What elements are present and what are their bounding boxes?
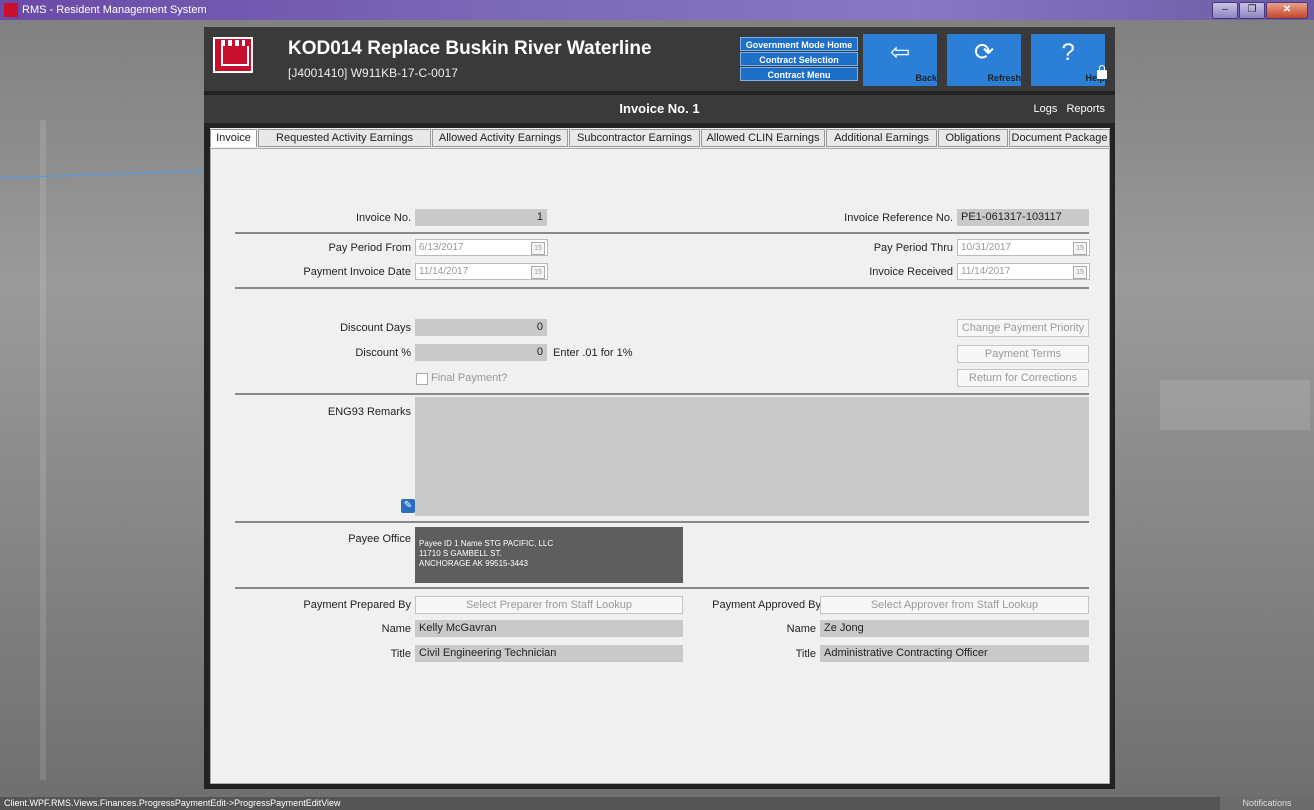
invoice-received-field[interactable]: 11/14/2017 15: [957, 263, 1090, 280]
lock-icon[interactable]: [1097, 65, 1107, 79]
refresh-label: Refresh: [987, 73, 1021, 83]
calendar-icon[interactable]: 15: [531, 242, 545, 255]
invoice-form: Invoice No. 1 Invoice Reference No. PE1-…: [210, 148, 1110, 784]
help-button[interactable]: ? Help: [1031, 34, 1105, 86]
invoice-title: Invoice No. 1: [619, 101, 700, 116]
edit-note-icon[interactable]: ✎: [401, 499, 415, 513]
calendar-icon[interactable]: 15: [531, 266, 545, 279]
tab-invoice[interactable]: Invoice: [210, 129, 257, 147]
change-payment-priority-button[interactable]: Change Payment Priority: [957, 319, 1089, 337]
invoice-tabs: Invoice Requested Activity Earnings Allo…: [210, 128, 1110, 148]
eng93-remarks-label: ENG93 Remarks: [327, 406, 411, 418]
preparer-title-label: Title: [390, 648, 411, 660]
view-path: Client.WPF.RMS.Views.Finances.ProgressPa…: [4, 798, 341, 808]
tab-additional-earnings[interactable]: Additional Earnings: [826, 129, 937, 147]
tab-obligations[interactable]: Obligations: [938, 129, 1008, 147]
approver-title-field: Administrative Contracting Officer: [820, 645, 1089, 662]
status-bar: Client.WPF.RMS.Views.Finances.ProgressPa…: [0, 797, 1314, 810]
calendar-icon[interactable]: 15: [1073, 266, 1087, 279]
project-title: KOD014 Replace Buskin River Waterline: [288, 38, 652, 59]
tab-requested-activity-earnings[interactable]: Requested Activity Earnings: [258, 129, 431, 147]
payment-invoice-date-field[interactable]: 11/14/2017 15: [415, 263, 548, 280]
invoice-no-field: 1: [415, 209, 547, 226]
nav-links: Government Mode Home Contract Selection …: [740, 37, 858, 82]
notifications-button[interactable]: Notifications: [1220, 797, 1314, 810]
final-payment-label: Final Payment?: [431, 372, 508, 384]
approver-title-label: Title: [795, 648, 816, 660]
back-button[interactable]: ⇦ Back: [863, 34, 937, 86]
calendar-icon[interactable]: 15: [1073, 242, 1087, 255]
payee-office-box: Payee ID 1 Name STG PACIFIC, LLC 11710 S…: [415, 527, 683, 583]
eng93-remarks-textarea[interactable]: [415, 397, 1089, 516]
preparer-name-field: Kelly McGavran: [415, 620, 683, 637]
select-preparer-button[interactable]: Select Preparer from Staff Lookup: [415, 596, 683, 614]
section-divider: [235, 521, 1089, 523]
payee-line: Payee ID 1 Name STG PACIFIC, LLC: [419, 539, 554, 548]
discount-days-label: Discount Days: [340, 322, 411, 334]
payment-approved-by-label: Payment Approved By: [712, 599, 821, 611]
back-arrow-icon: ⇦: [889, 39, 911, 66]
back-label: Back: [915, 73, 937, 83]
preparer-name-label: Name: [381, 623, 411, 635]
government-mode-home-link[interactable]: Government Mode Home: [740, 37, 858, 51]
rms-app-window: KOD014 Replace Buskin River Waterline [J…: [204, 27, 1115, 789]
payment-prepared-by-label: Payment Prepared By: [303, 599, 411, 611]
discount-percent-label: Discount %: [355, 347, 411, 359]
refresh-button[interactable]: ⟳ Refresh: [947, 34, 1021, 86]
app-header: KOD014 Replace Buskin River Waterline [J…: [204, 27, 1115, 91]
tab-document-package[interactable]: Document Package: [1009, 129, 1110, 147]
payment-invoice-date-label: Payment Invoice Date: [303, 266, 411, 278]
final-payment-checkbox[interactable]: [416, 373, 428, 385]
discount-percent-field[interactable]: 0: [415, 344, 547, 361]
logs-link[interactable]: Logs: [1034, 103, 1058, 115]
discount-days-field[interactable]: 0: [415, 319, 547, 336]
invoice-received-value: 11/14/2017: [961, 266, 1011, 277]
contract-menu-link[interactable]: Contract Menu: [740, 67, 858, 81]
pay-period-thru-label: Pay Period Thru: [873, 242, 953, 254]
select-approver-button[interactable]: Select Approver from Staff Lookup: [820, 596, 1089, 614]
invoice-subheader: Invoice No. 1 Logs Reports: [204, 95, 1115, 123]
pay-period-thru-field[interactable]: 10/31/2017 15: [957, 239, 1090, 256]
pay-period-from-field[interactable]: 6/13/2017 15: [415, 239, 548, 256]
payee-office-label: Payee Office: [348, 533, 411, 545]
section-divider: [235, 393, 1089, 395]
approver-name-field: Ze Jong: [820, 620, 1089, 637]
tab-subcontractor-earnings[interactable]: Subcontractor Earnings: [569, 129, 700, 147]
help-label: Help: [1085, 73, 1105, 83]
tab-allowed-clin-earnings[interactable]: Allowed CLIN Earnings: [701, 129, 825, 147]
contract-selection-link[interactable]: Contract Selection: [740, 52, 858, 66]
invoice-ref-label: Invoice Reference No.: [844, 212, 953, 224]
pay-period-from-value: 6/13/2017: [419, 242, 464, 253]
invoice-received-label: Invoice Received: [869, 266, 953, 278]
invoice-ref-field: PE1-061317-103117: [957, 209, 1089, 226]
invoice-no-label: Invoice No.: [355, 212, 411, 224]
subheader-links: Logs Reports: [1028, 103, 1105, 115]
section-divider: [235, 287, 1089, 289]
payee-line: ANCHORAGE AK 99515-3443: [419, 559, 528, 568]
payment-invoice-date-value: 11/14/2017: [419, 266, 469, 277]
project-subtitle: [J4001410] W911KB-17-C-0017: [288, 66, 458, 80]
tab-allowed-activity-earnings[interactable]: Allowed Activity Earnings: [432, 129, 568, 147]
help-icon: ?: [1061, 39, 1075, 66]
discount-hint: Enter .01 for 1%: [553, 347, 633, 359]
return-for-corrections-button[interactable]: Return for Corrections: [957, 369, 1089, 387]
section-divider: [235, 232, 1089, 234]
payment-terms-button[interactable]: Payment Terms: [957, 345, 1089, 363]
pay-period-from-label: Pay Period From: [328, 242, 411, 254]
payee-line: 11710 S GAMBELL ST.: [419, 549, 502, 558]
reports-link[interactable]: Reports: [1066, 103, 1105, 115]
refresh-icon: ⟳: [973, 39, 995, 66]
usace-castle-logo: [213, 37, 253, 73]
preparer-title-field: Civil Engineering Technician: [415, 645, 683, 662]
pay-period-thru-value: 10/31/2017: [961, 242, 1012, 253]
section-divider: [235, 587, 1089, 589]
approver-name-label: Name: [786, 623, 816, 635]
